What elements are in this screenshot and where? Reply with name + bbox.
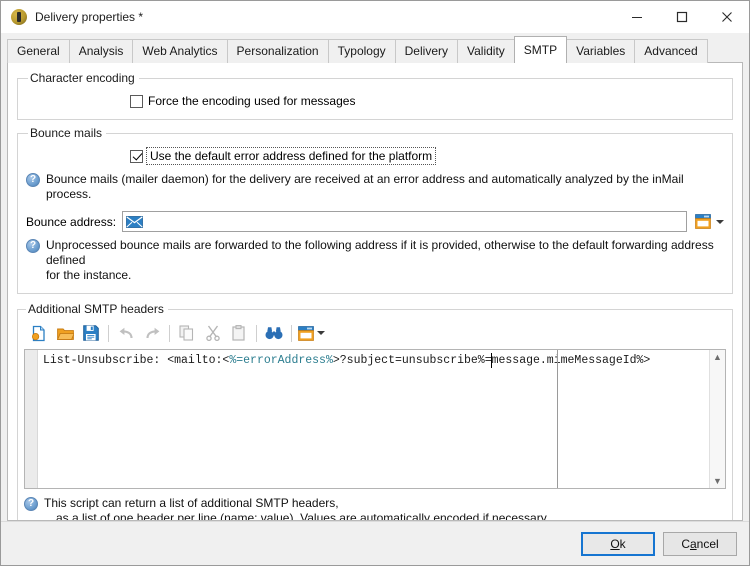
new-script-icon [31, 325, 45, 341]
ok-label-post: k [619, 536, 626, 551]
smtp-headers-editor[interactable]: List-Unsubscribe: <mailto:<%=errorAddres… [24, 349, 726, 489]
tab-validity[interactable]: Validity [456, 39, 515, 63]
editor-gutter [25, 350, 38, 488]
smtp-headers-group: Additional SMTP headers List-Unsubscribe… [17, 302, 733, 521]
insert-field-button[interactable] [296, 321, 316, 345]
maximize-button[interactable] [659, 1, 704, 33]
cut-icon [206, 325, 220, 341]
tab-general[interactable]: General [7, 39, 70, 63]
smtp-tab-panel: Character encoding Force the encoding us… [7, 62, 743, 521]
tab-bar: General Analysis Web Analytics Personali… [7, 36, 749, 63]
insert-field-dropdown-arrow[interactable] [317, 331, 325, 335]
envelope-icon [126, 215, 143, 228]
toolbar-separator-4 [291, 324, 292, 342]
tab-typology[interactable]: Typology [327, 39, 396, 63]
bounce-address-input[interactable] [122, 211, 687, 232]
app-icon [11, 9, 27, 25]
bounce-mails-group: Bounce mails Use the default error addre… [17, 126, 733, 294]
bounce-mails-help-2-line2: for the instance. [46, 268, 132, 282]
ok-button[interactable]: Ok [581, 531, 655, 556]
title-bar: Delivery properties * [1, 1, 749, 33]
use-default-error-address-label: Use the default error address defined fo… [145, 147, 437, 165]
paste-button[interactable] [226, 321, 252, 345]
editor-vertical-scrollbar[interactable]: ▲ ▼ [709, 350, 725, 488]
find-button[interactable] [261, 321, 287, 345]
new-script-button[interactable] [26, 321, 52, 345]
help-question-icon-3: ? [24, 497, 38, 511]
tab-analysis[interactable]: Analysis [68, 39, 134, 63]
bounce-address-dropdown-arrow[interactable] [716, 219, 724, 224]
character-encoding-group: Character encoding Force the encoding us… [17, 71, 733, 120]
find-binoculars-icon [265, 327, 283, 340]
window-title: Delivery properties * [35, 10, 144, 24]
editor-code-line: List-Unsubscribe: <mailto:<%=errorAddres… [43, 354, 709, 368]
tab-delivery[interactable]: Delivery [394, 39, 458, 63]
copy-icon [179, 325, 194, 341]
tab-web-analytics[interactable]: Web Analytics [132, 39, 228, 63]
cancel-label-mnemonic: a [689, 536, 697, 551]
code-highlight: %=errorAddress% [229, 354, 333, 367]
force-encoding-checkbox[interactable]: Force the encoding used for messages [130, 94, 355, 108]
bounce-mails-legend: Bounce mails [30, 126, 103, 140]
toolbar-separator-1 [108, 324, 109, 342]
tab-personalization[interactable]: Personalization [226, 39, 329, 63]
form-window-icon [695, 214, 711, 229]
tab-advanced[interactable]: Advanced [634, 39, 708, 63]
maximize-icon [676, 11, 687, 23]
close-icon [721, 12, 732, 22]
force-encoding-label: Force the encoding used for messages [148, 94, 356, 108]
open-folder-icon [56, 328, 74, 340]
cancel-label-post: ncel [696, 536, 719, 551]
editor-text-caret [491, 353, 492, 368]
copy-button[interactable] [174, 321, 200, 345]
save-icon [83, 325, 99, 341]
bounce-address-row: Bounce address: [26, 211, 724, 232]
smtp-headers-help: ? This script can return a list of addit… [24, 496, 726, 521]
open-folder-button[interactable] [52, 321, 78, 345]
smtp-headers-help-line2: as a list of one header per line (name: … [56, 511, 550, 521]
save-button[interactable] [78, 321, 104, 345]
help-question-icon-2: ? [26, 239, 40, 253]
code-prefix: List-Unsubscribe: <mailto:< [43, 354, 230, 367]
bounce-mails-help-2-line1: Unprocessed bounce mails are forwarded t… [46, 238, 714, 267]
cut-button[interactable] [200, 321, 226, 345]
toolbar-separator-2 [169, 324, 170, 342]
window-controls [614, 1, 749, 33]
editor-code-area[interactable]: List-Unsubscribe: <mailto:<%=errorAddres… [38, 350, 709, 488]
smtp-headers-help-line1: This script can return a list of additio… [44, 496, 339, 510]
insert-field-icon [298, 325, 314, 341]
force-encoding-checkbox-box[interactable] [130, 94, 143, 108]
smtp-headers-legend: Additional SMTP headers [28, 302, 164, 316]
help-question-icon: ? [26, 173, 40, 187]
bounce-mails-help-2: ? Unprocessed bounce mails are forwarded… [26, 238, 724, 283]
use-default-error-address-checkbox[interactable]: Use the default error address defined fo… [130, 147, 437, 165]
cancel-button[interactable]: Cancel [663, 531, 737, 556]
bounce-address-picker-button[interactable] [692, 211, 714, 232]
bounce-mails-help-1: ? Bounce mails (mailer daemon) for the d… [26, 172, 724, 202]
redo-icon [145, 327, 159, 338]
cancel-label-pre: C [681, 536, 690, 551]
character-encoding-legend: Character encoding [30, 71, 135, 85]
editor-margin-line [557, 350, 558, 488]
ok-label-mnemonic: O [610, 536, 620, 551]
paste-icon [232, 325, 245, 341]
minimize-icon [631, 17, 642, 18]
dialog-footer: Ok Cancel [1, 521, 749, 565]
undo-icon [119, 327, 133, 338]
minimize-button[interactable] [614, 1, 659, 33]
tab-smtp[interactable]: SMTP [513, 36, 568, 63]
scroll-up-icon[interactable]: ▲ [713, 352, 722, 362]
scroll-down-icon[interactable]: ▼ [713, 476, 722, 486]
tab-variables[interactable]: Variables [566, 39, 636, 63]
bounce-address-label: Bounce address: [26, 214, 117, 229]
use-default-error-address-checkbox-box[interactable] [130, 149, 143, 163]
redo-button[interactable] [139, 321, 165, 345]
undo-button[interactable] [113, 321, 139, 345]
dialog-window: Delivery properties * General Analysis W… [0, 0, 750, 566]
toolbar-separator-3 [256, 324, 257, 342]
close-button[interactable] [704, 1, 749, 33]
bounce-mails-help-1-text: Bounce mails (mailer daemon) for the del… [46, 172, 684, 201]
editor-toolbar [24, 320, 726, 346]
